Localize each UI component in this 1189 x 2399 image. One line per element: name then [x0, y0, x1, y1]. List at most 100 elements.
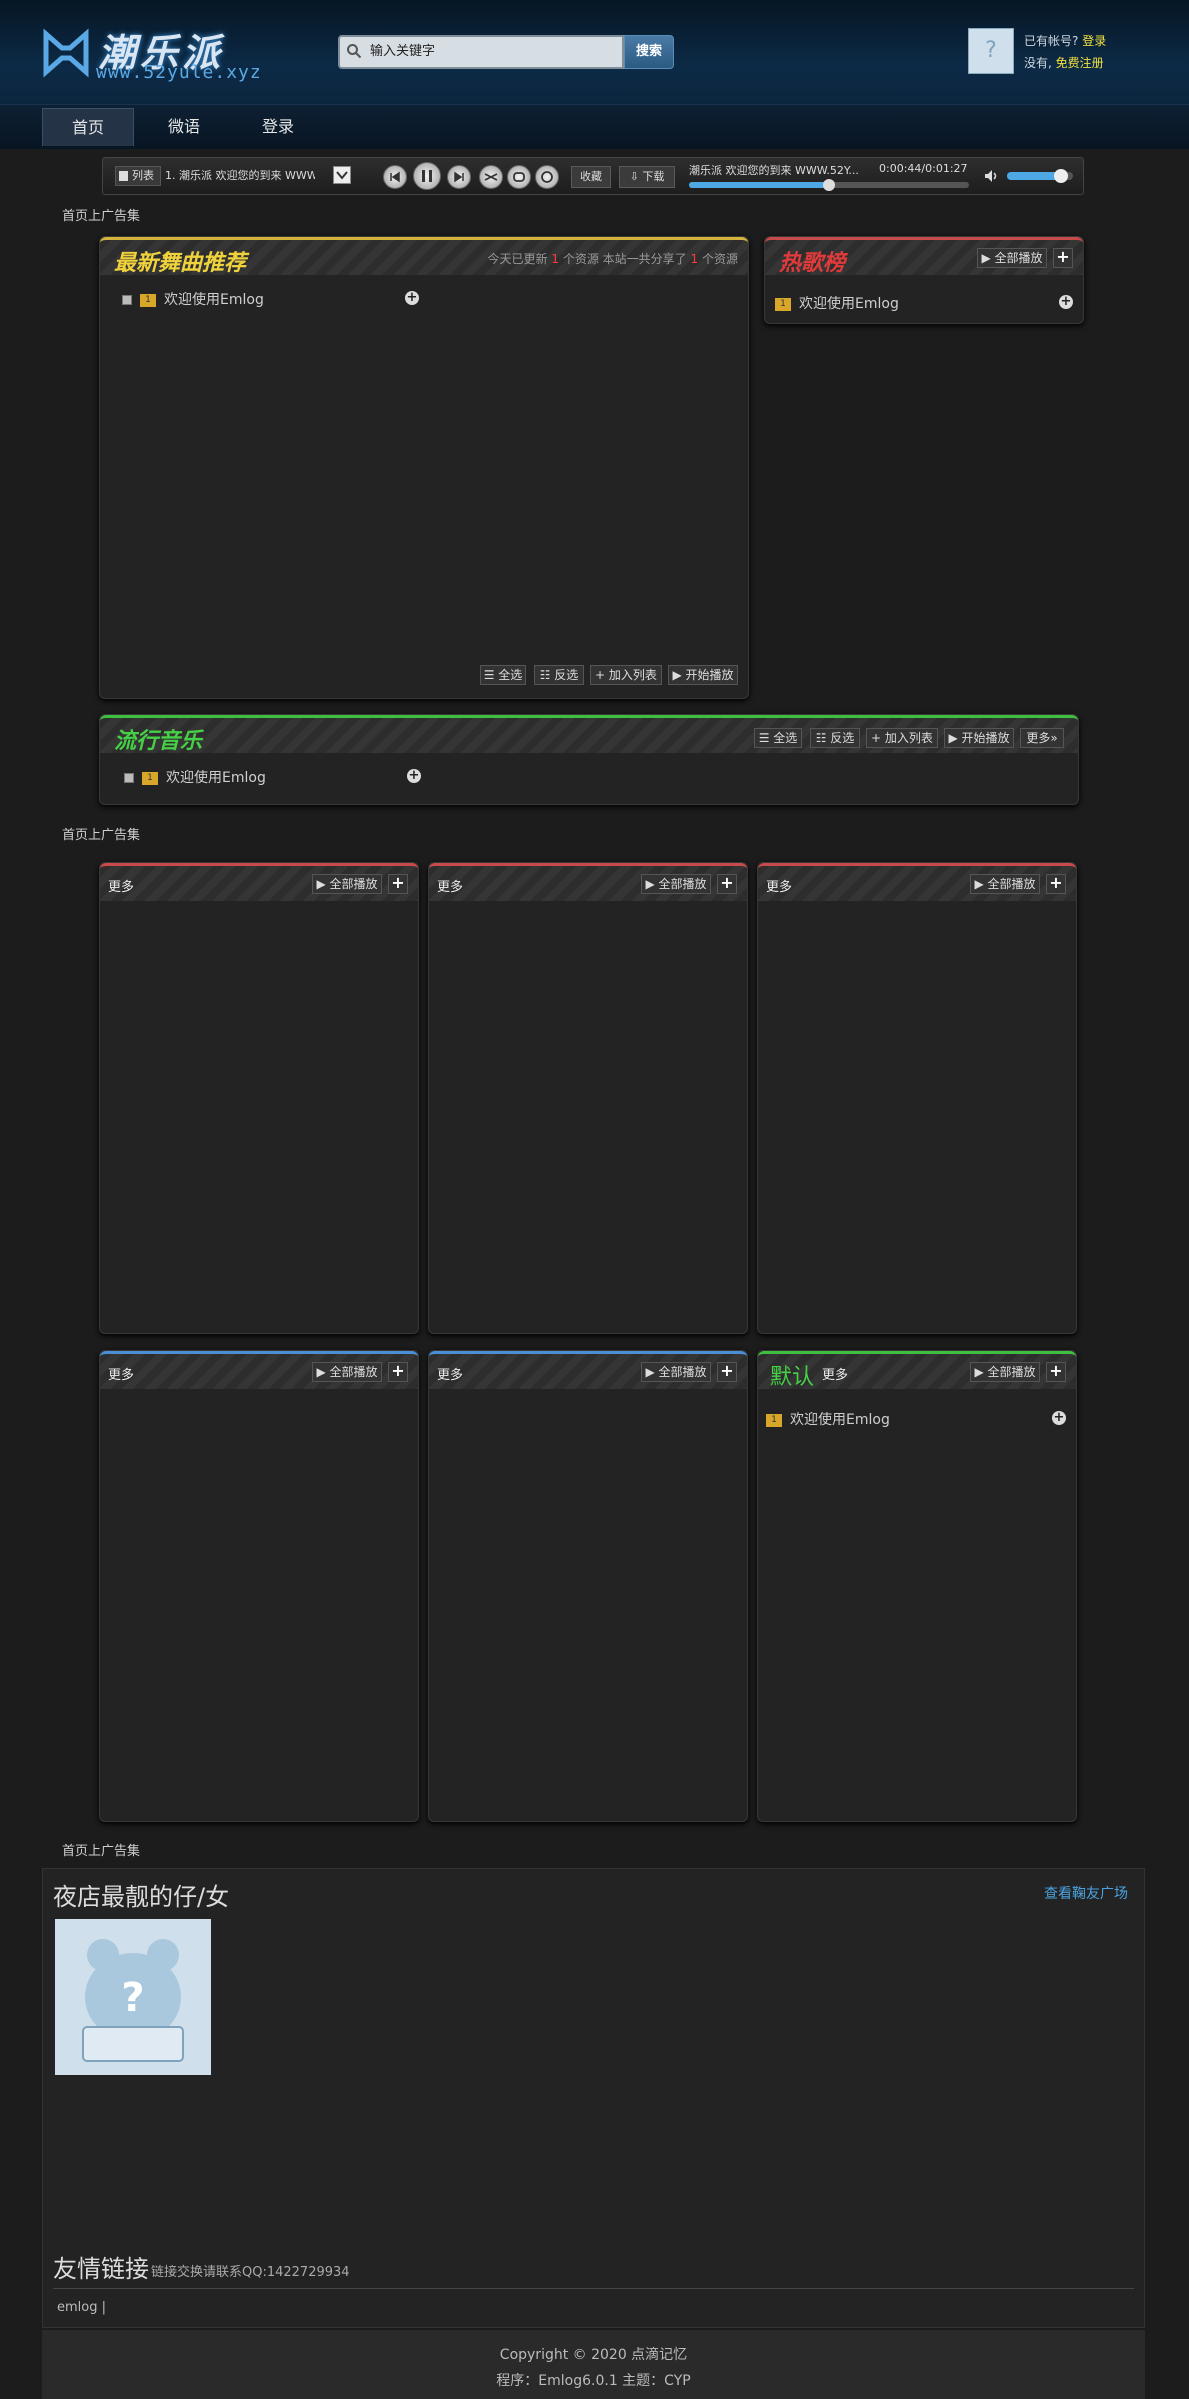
play-all-button[interactable]: ▶ 全部播放 — [641, 1362, 711, 1382]
friends-note: 链接交换请联系QQ:1422729934 — [151, 2265, 350, 2280]
today-count: 1 — [551, 252, 560, 266]
select-all-button[interactable]: ☰ 全选 — [480, 665, 526, 685]
ad-label: 首页上广告集 — [62, 1844, 141, 1859]
svg-text:?: ? — [121, 1975, 144, 2021]
add-icon[interactable]: + — [407, 769, 421, 783]
member-avatar[interactable]: ? — [55, 1919, 211, 2075]
play-all-button[interactable]: ▶ 全部播放 — [312, 1362, 382, 1382]
nav-login[interactable]: 登录 — [232, 108, 324, 146]
panel-header: 默认 更多 ▶ 全部播放 + — [758, 1351, 1076, 1390]
add-icon[interactable]: + — [1052, 1411, 1066, 1425]
playlist-button[interactable]: 列表 — [115, 166, 161, 186]
select-all-button[interactable]: ☰ 全选 — [754, 728, 802, 748]
add-icon[interactable]: + — [405, 291, 419, 305]
register-link[interactable]: 免费注册 — [1056, 56, 1104, 70]
item-checkbox[interactable] — [124, 773, 134, 783]
login-link[interactable]: 登录 — [1082, 34, 1106, 48]
add-button[interactable]: + — [388, 1362, 408, 1382]
community-section: 夜店最靓的仔/女 查看鞠友广场 ? 友情链接 链接交换请联系QQ:1422729… — [42, 1868, 1145, 2328]
gallery-title: 夜店最靓的仔/女 — [53, 1883, 230, 1911]
search-input[interactable]: 输入关键字 — [338, 35, 624, 69]
start-play-button[interactable]: ▶ 开始播放 — [668, 665, 738, 685]
download-button[interactable]: ⇩ 下载 — [619, 166, 675, 188]
volume-handle[interactable] — [1054, 169, 1069, 183]
gallery-link[interactable]: 查看鞠友广场 — [1044, 1883, 1128, 1903]
info-prefix: 今天已更新 — [487, 252, 548, 266]
more-button[interactable]: 更多» — [1020, 728, 1064, 748]
prev-button[interactable] — [383, 165, 407, 189]
next-button[interactable] — [447, 165, 471, 189]
add-list-button[interactable]: + 加入列表 — [866, 728, 938, 748]
default-title: 默认 — [770, 1365, 815, 1390]
add-button[interactable]: + — [717, 874, 737, 894]
search-button[interactable]: 搜索 — [624, 35, 674, 69]
volume-icon[interactable] — [983, 168, 999, 184]
category-panel: 更多 ▶ 全部播放 + — [99, 1350, 419, 1822]
hot-panel: 热歌榜 ▶ 全部播放 + 1 欢迎使用Emlog + — [764, 236, 1084, 324]
play-all-label: 全部播放 — [987, 1365, 1036, 1379]
volume-slider[interactable] — [1007, 169, 1073, 183]
play-all-button[interactable]: ▶ 全部播放 — [312, 874, 382, 894]
list-item[interactable]: 1 欢迎使用Emlog — [775, 293, 899, 313]
now-playing-title: 潮乐派 欢迎您的到来 WWW.52Y... — [689, 164, 859, 177]
latest-title: 最新舞曲推荐 — [114, 251, 247, 276]
add-button[interactable]: + — [1053, 248, 1073, 268]
play-all-label: 全部播放 — [329, 877, 378, 891]
add-button[interactable]: + — [388, 874, 408, 894]
list-item[interactable]: 1 欢迎使用Emlog — [124, 767, 266, 787]
play-all-button[interactable]: ▶ 全部播放 — [977, 248, 1047, 268]
item-title[interactable]: 欢迎使用Emlog — [164, 292, 264, 308]
panel-header: 更多 ▶ 全部播放 + — [100, 1351, 418, 1389]
repeat-button[interactable] — [507, 165, 531, 189]
ad-label: 首页上广告集 — [62, 828, 141, 843]
more-link[interactable]: 更多 — [108, 1364, 134, 1383]
collect-button[interactable]: 收藏 — [571, 166, 611, 188]
svg-text:?: ? — [985, 38, 997, 63]
item-title[interactable]: 欢迎使用Emlog — [799, 296, 899, 312]
loop-one-button[interactable] — [535, 165, 559, 189]
copyright-text: Copyright © 2020 点滴记忆 — [499, 2347, 688, 2363]
add-button[interactable]: + — [717, 1362, 737, 1382]
play-all-button[interactable]: ▶ 全部播放 — [641, 874, 711, 894]
play-all-label: 全部播放 — [658, 1365, 707, 1379]
panel-header: 更多 ▶ 全部播放 + — [429, 863, 747, 901]
chevron-down-icon — [336, 171, 348, 180]
more-link[interactable]: 更多 — [437, 876, 463, 895]
item-checkbox[interactable] — [122, 295, 132, 305]
site-logo[interactable]: 潮乐派 www.52yule.xyz — [42, 22, 282, 84]
more-link[interactable]: 更多 — [437, 1364, 463, 1383]
current-song: 1. 潮乐派 欢迎您的到来 WWW. — [165, 169, 315, 182]
add-list-button[interactable]: + 加入列表 — [590, 665, 662, 685]
invert-button[interactable]: ☷ 反选 — [810, 728, 860, 748]
add-icon[interactable]: + — [1059, 295, 1073, 309]
invert-label: 反选 — [554, 668, 579, 682]
repeat-icon — [513, 172, 525, 182]
more-link[interactable]: 更多 — [822, 1364, 848, 1383]
more-link[interactable]: 更多 — [108, 876, 134, 895]
friend-link[interactable]: emlog | — [57, 2300, 106, 2315]
rank-badge: 1 — [140, 293, 156, 307]
list-item[interactable]: 1 欢迎使用Emlog — [122, 289, 264, 309]
more-link[interactable]: 更多 — [766, 876, 792, 895]
nav-weiyu[interactable]: 微语 — [138, 108, 230, 146]
progress-handle[interactable] — [823, 179, 835, 191]
start-play-button[interactable]: ▶ 开始播放 — [944, 728, 1014, 748]
add-button[interactable]: + — [1046, 874, 1066, 894]
song-select[interactable] — [333, 166, 351, 184]
shuffle-button[interactable] — [479, 165, 503, 189]
item-title[interactable]: 欢迎使用Emlog — [166, 770, 266, 786]
total-count: 1 — [690, 252, 699, 266]
rank-badge: 1 — [775, 297, 791, 311]
play-all-button[interactable]: ▶ 全部播放 — [970, 1362, 1040, 1382]
add-button[interactable]: + — [1046, 1362, 1066, 1382]
item-title[interactable]: 欢迎使用Emlog — [790, 1412, 890, 1428]
play-all-button[interactable]: ▶ 全部播放 — [970, 874, 1040, 894]
invert-label: 反选 — [830, 731, 855, 745]
panel-header: 热歌榜 ▶ 全部播放 + — [765, 237, 1083, 276]
nav-home[interactable]: 首页 — [42, 108, 134, 146]
progress-bar[interactable] — [689, 179, 969, 191]
play-all-label: 全部播放 — [329, 1365, 378, 1379]
pause-button[interactable] — [413, 162, 441, 190]
list-item[interactable]: 1 欢迎使用Emlog — [766, 1409, 890, 1429]
invert-button[interactable]: ☷ 反选 — [534, 665, 584, 685]
